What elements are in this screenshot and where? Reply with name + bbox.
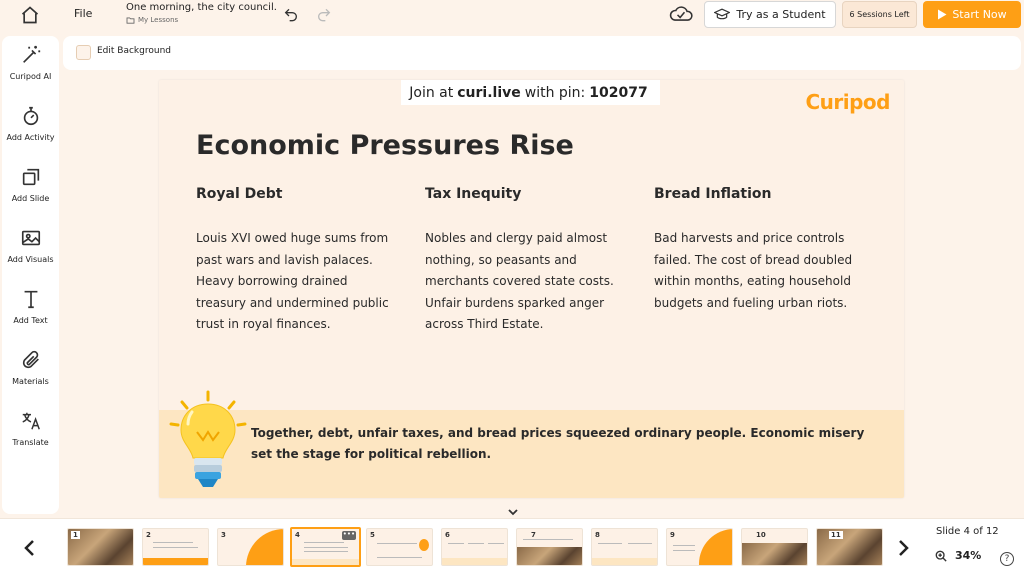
column-heading: Royal Debt [196,186,283,202]
summary-text: Together, debt, unfair taxes, and bread … [251,426,865,461]
thumbnail-number: 10 [756,531,766,539]
curipod-logo: Curipod [805,90,890,114]
document-title[interactable]: One morning, the city council... [126,2,276,13]
lightbulb-icon [169,390,247,487]
cloud-saved-icon [669,6,693,21]
slide-thumbnail[interactable]: 8 [591,528,658,566]
tool-label: Materials [12,377,49,386]
thumbnail-number: 3 [221,531,226,539]
slide-thumbnail-active[interactable]: 4 ••• [290,527,361,567]
slide-thumbnail[interactable]: 6 [441,528,508,566]
thumbnail-number: 1 [71,531,80,539]
thumbnail-number: 4 [295,531,300,539]
slide-thumbnail[interactable]: 5 [366,528,433,566]
slide-thumbnail[interactable]: 1 [67,528,134,566]
play-icon [938,9,947,20]
stopwatch-icon [23,106,38,126]
column-body: Louis XVI owed huge sums from past wars … [196,231,389,331]
summary-banner[interactable]: Together, debt, unfair taxes, and bread … [159,410,904,498]
folder-icon [126,16,135,24]
content-column[interactable]: Tax Inequity Nobles and clergy paid almo… [425,186,625,336]
try-as-student-label: Try as a Student [736,8,826,21]
start-now-label: Start Now [952,8,1007,21]
graduation-cap-icon [714,8,731,20]
content-column[interactable]: Bread Inflation Bad harvests and price c… [654,186,874,314]
join-prefix: Join at [409,84,454,101]
translate-icon [21,412,40,430]
image-icon [21,230,40,246]
more-options-icon[interactable]: ••• [342,531,356,540]
slide-thumbnail[interactable]: 10 [741,528,808,566]
file-menu[interactable]: File [74,7,92,20]
slide-counter: Slide 4 of 12 [936,526,999,537]
join-middle: with pin: [524,84,586,101]
copy-slide-icon [22,168,39,186]
document-folder[interactable]: My Lessons [126,16,178,24]
top-bar: File One morning, the city council... My… [0,0,1024,30]
folder-label: My Lessons [138,16,179,24]
slide-thumbnail[interactable]: 3 [217,528,284,566]
tool-label: Translate [12,438,49,447]
slide-thumbnail[interactable]: 7 [516,528,583,566]
chevron-down-icon [508,509,518,516]
tool-materials[interactable]: Materials [2,341,59,397]
try-as-student-button[interactable]: Try as a Student [704,1,836,28]
zoom-control[interactable]: 34% [935,549,981,562]
home-icon[interactable] [20,5,40,25]
paperclip-icon [22,350,39,369]
join-banner: Join at curi.live with pin: 102077 [401,80,660,105]
edit-background-bar: Edit Background [63,36,1021,70]
tool-label: Add Visuals [7,255,54,264]
slide-canvas[interactable]: Join at curi.live with pin: 102077 Curip… [159,80,904,498]
zoom-value: 34% [955,549,982,562]
column-heading: Tax Inequity [425,186,522,202]
tool-label: Curipod AI [9,72,52,81]
column-body: Nobles and clergy paid almost nothing, s… [425,231,614,331]
slide-thumbnail[interactable]: 9 [666,528,733,566]
join-pin: 102077 [589,84,648,101]
thumbnail-number: 8 [595,531,600,539]
chevron-left-icon[interactable] [22,539,38,557]
tool-label: Add Text [13,316,48,325]
column-body: Bad harvests and price controls failed. … [654,231,853,310]
tool-label: Add Activity [6,133,55,142]
left-toolbar: Curipod AI Add Activity Add Slide Add Vi… [2,36,59,514]
column-heading: Bread Inflation [654,186,772,202]
zoom-icon [935,550,947,562]
sessions-left-badge[interactable]: 6 Sessions Left [842,1,917,28]
help-icon[interactable]: ? [1000,552,1014,566]
text-icon [24,290,37,309]
thumbnail-number: 9 [670,531,675,539]
redo-icon[interactable] [316,6,332,22]
edit-background-label: Edit Background [97,46,171,56]
edit-background-checkbox[interactable] [76,45,91,60]
thumbnail-number: 5 [370,531,375,539]
thumbnail-number: 7 [531,531,536,539]
tool-translate[interactable]: Translate [2,402,59,458]
tool-add-visuals[interactable]: Add Visuals [2,219,59,275]
tool-label: Add Slide [11,194,50,203]
slide-filmstrip: 1 2 3 4 ••• 5 6 7 8 9 10 11 Slide 4 of 1… [0,518,1024,576]
slide-thumbnail[interactable]: 11 [816,528,883,566]
thumbnail-number: 2 [146,531,151,539]
slide-title[interactable]: Economic Pressures Rise [196,130,574,161]
join-site: curi.live [457,84,521,101]
tool-curipod-ai[interactable]: Curipod AI [2,36,59,92]
tool-add-text[interactable]: Add Text [2,280,59,336]
tool-add-slide[interactable]: Add Slide [2,158,59,214]
start-now-button[interactable]: Start Now [923,1,1021,28]
undo-icon[interactable] [283,6,299,22]
thumbnail-number: 6 [445,531,450,539]
tool-add-activity[interactable]: Add Activity [2,97,59,153]
magic-wand-icon [22,45,40,63]
slide-thumbnail[interactable]: 2 [142,528,209,566]
chevron-right-icon[interactable] [895,539,911,557]
content-column[interactable]: Royal Debt Louis XVI owed huge sums from… [196,186,396,336]
thumbnail-number: 11 [829,531,843,539]
